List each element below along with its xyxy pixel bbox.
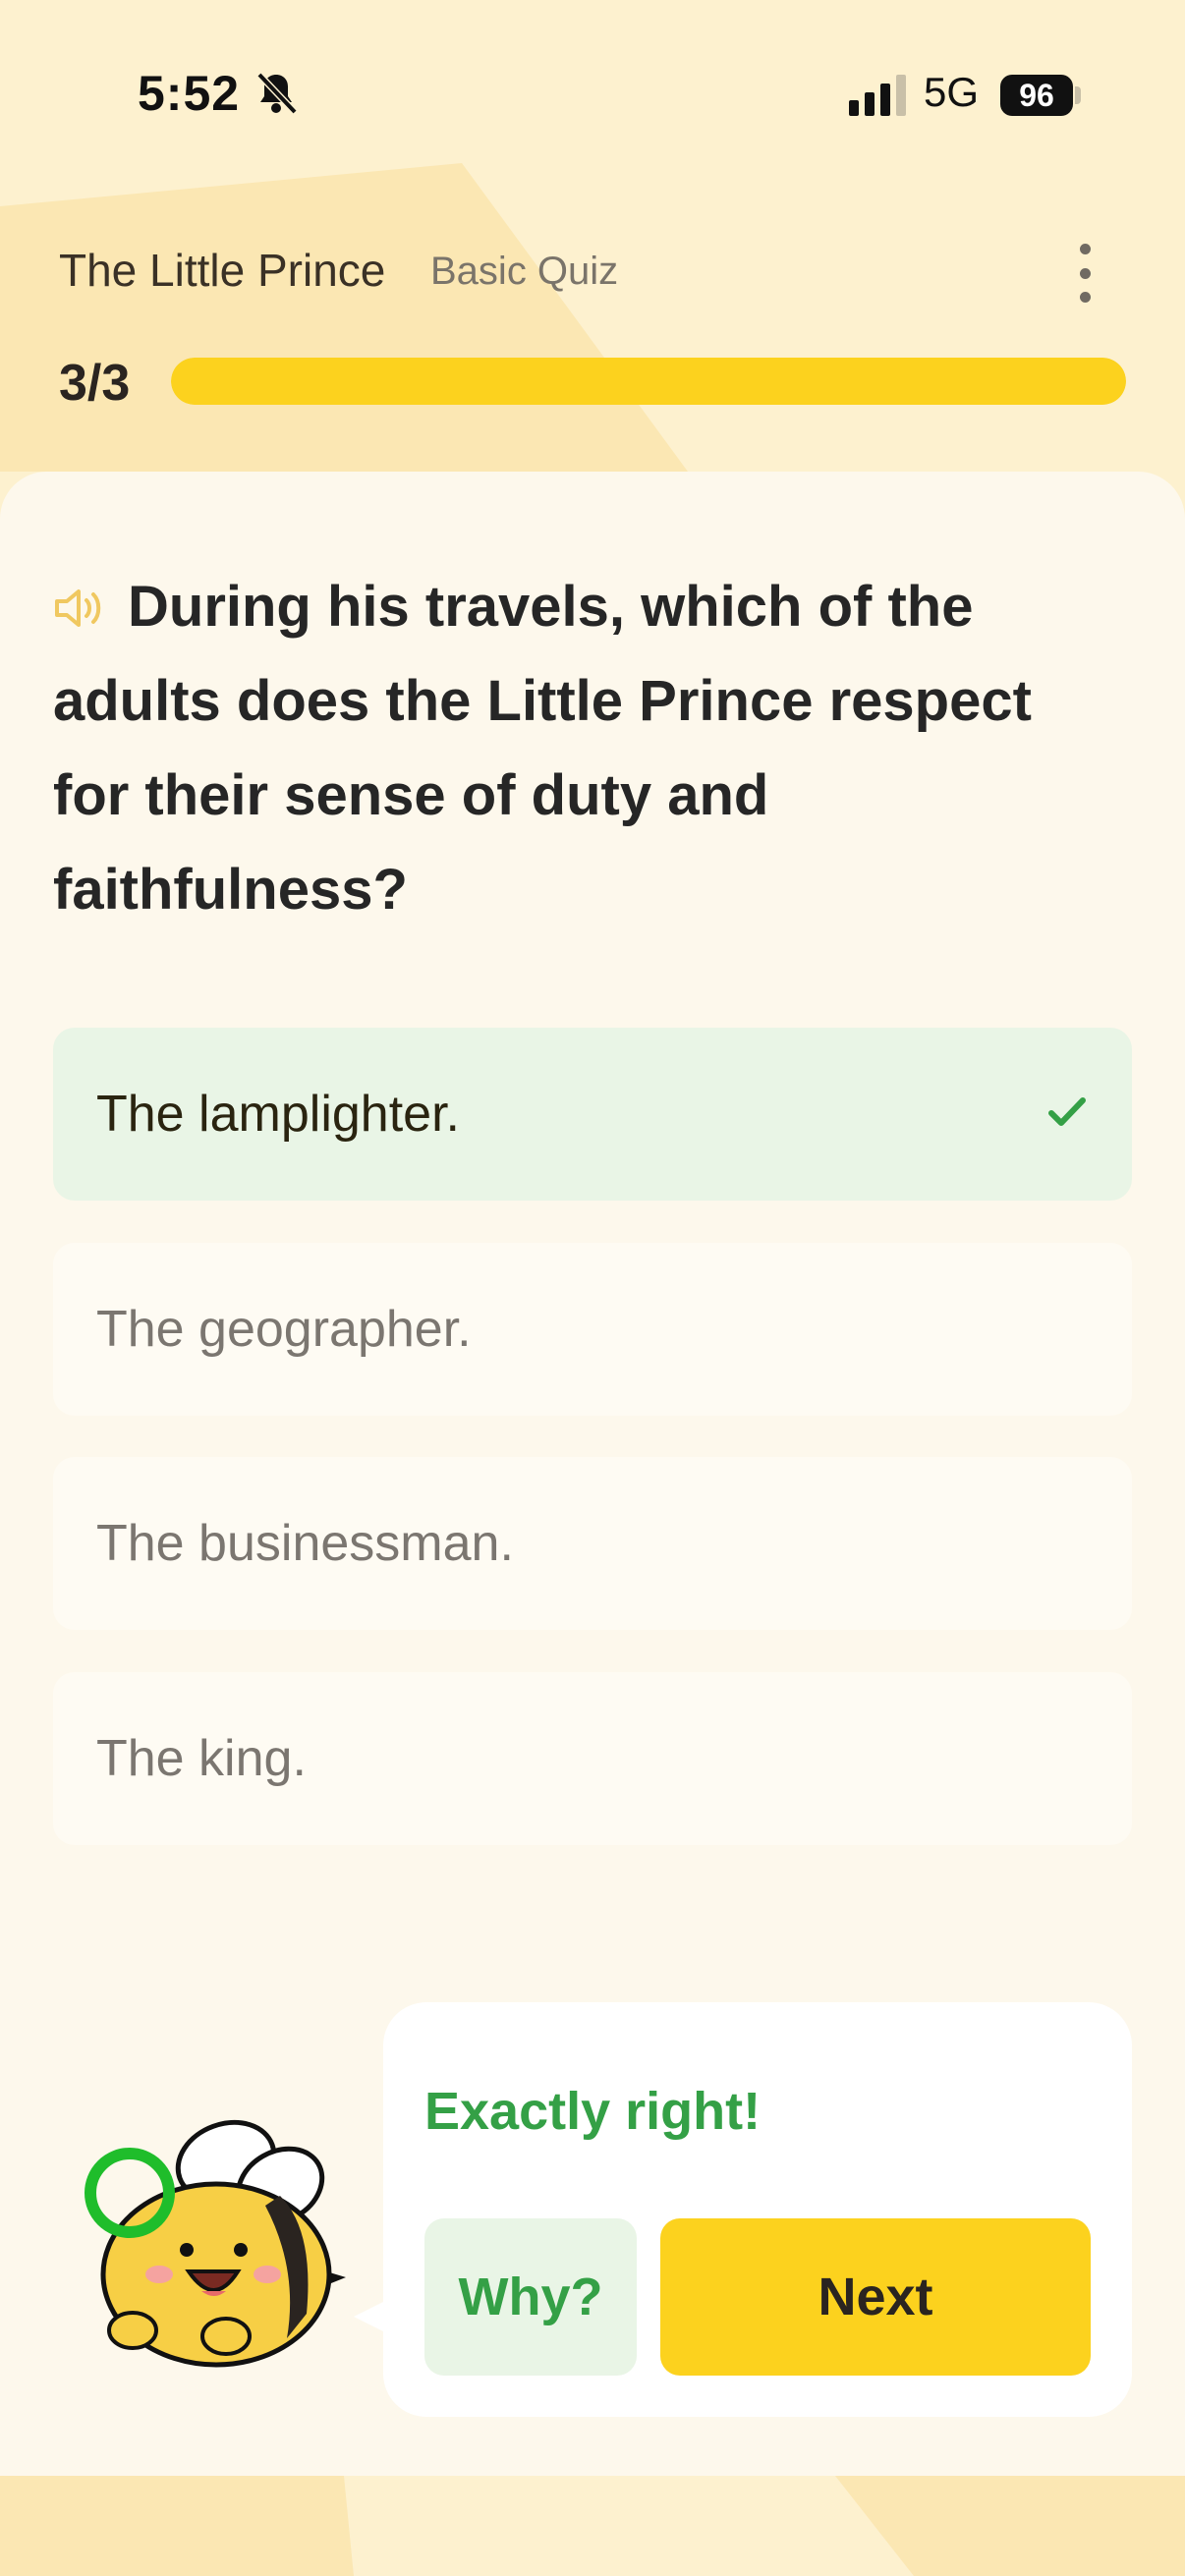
battery-icon: 96 [1000, 75, 1073, 116]
next-button[interactable]: Next [660, 2218, 1091, 2376]
answer-option-label: The geographer. [96, 1301, 472, 1358]
status-bar: 5:52 5G 96 [0, 0, 1185, 196]
status-time: 5:52 [138, 66, 241, 121]
answer-option-3[interactable]: The businessman. [53, 1457, 1132, 1630]
network-type: 5G [924, 69, 980, 115]
speaker-icon[interactable] [53, 587, 106, 630]
answer-option-label: The lamplighter. [96, 1086, 460, 1143]
answer-option-label: The businessman. [96, 1515, 514, 1572]
more-options-icon[interactable] [1065, 244, 1104, 303]
progress-bar-fill [171, 358, 1126, 405]
question-text: During his travels, which of the adults … [53, 560, 1114, 937]
progress-counter: 3/3 [59, 355, 131, 412]
checkmark-icon [1048, 1097, 1086, 1126]
book-title: The Little Prince [59, 245, 386, 296]
quiz-type-label: Basic Quiz [430, 250, 619, 293]
answer-option-label: The king. [96, 1730, 307, 1787]
battery-tip [1075, 86, 1081, 104]
answer-option-1[interactable]: The lamplighter. [53, 1028, 1132, 1201]
progress-bar [171, 358, 1126, 405]
bee-mascot-icon [85, 2119, 346, 2368]
answer-option-2[interactable]: The geographer. [53, 1243, 1132, 1416]
why-button[interactable]: Why? [424, 2218, 637, 2376]
answer-option-4[interactable]: The king. [53, 1672, 1132, 1845]
bell-muted-icon [256, 72, 298, 115]
question-label: During his travels, which of the adults … [53, 575, 1032, 922]
feedback-message: Exactly right! [424, 2082, 762, 2141]
signal-strength-icon [849, 75, 906, 116]
